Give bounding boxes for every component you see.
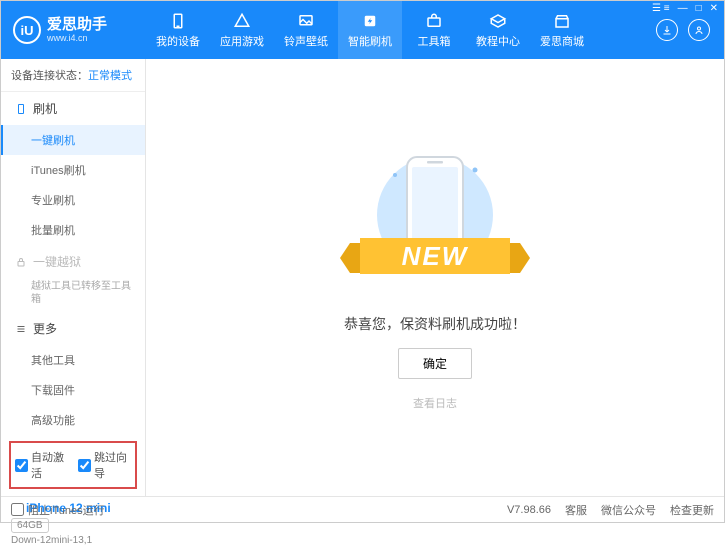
logo-icon: iU <box>13 16 41 44</box>
check-update-link[interactable]: 检查更新 <box>670 502 714 518</box>
apps-icon <box>233 12 251 30</box>
checkbox-input[interactable] <box>15 459 28 472</box>
app-url: www.i4.cn <box>47 33 107 43</box>
sidebar-item-advanced[interactable]: 高级功能 <box>1 405 145 435</box>
service-link[interactable]: 客服 <box>565 502 587 518</box>
checkbox-skip-guide[interactable]: 跳过向导 <box>78 449 131 481</box>
titlebar: ☰ ≡ — □ ✕ iU 爱思助手 www.i4.cn 我的设备 应用游戏 铃声 <box>1 1 724 59</box>
wallpaper-icon <box>297 12 315 30</box>
nav-toolbox[interactable]: 工具箱 <box>402 1 466 59</box>
sidebar-item-pro-flash[interactable]: 专业刷机 <box>1 185 145 215</box>
checkbox-input[interactable] <box>11 503 24 516</box>
block-itunes-checkbox[interactable]: 阻止iTunes运行 <box>11 502 105 518</box>
navbar: 我的设备 应用游戏 铃声壁纸 智能刷机 工具箱 教程中心 <box>146 1 642 59</box>
toolbox-icon <box>425 12 443 30</box>
view-log-link[interactable]: 查看日志 <box>413 395 457 411</box>
nav-label: 爱思商城 <box>540 33 584 49</box>
tutorial-icon <box>489 12 507 30</box>
store-icon <box>553 12 571 30</box>
success-illustration: NEW <box>335 145 535 300</box>
jailbreak-note: 越狱工具已转移至工具箱 <box>1 278 145 312</box>
footer: 阻止iTunes运行 V7.98.66 客服 微信公众号 检查更新 <box>1 496 724 522</box>
sidebar-section-flash[interactable]: 刷机 <box>1 92 145 125</box>
footer-right: V7.98.66 客服 微信公众号 检查更新 <box>507 502 714 518</box>
options-box: 自动激活 跳过向导 <box>9 441 137 489</box>
device-icon <box>169 12 187 30</box>
checkbox-label: 阻止iTunes运行 <box>28 502 105 518</box>
sidebar-item-itunes-flash[interactable]: iTunes刷机 <box>1 155 145 185</box>
body: 设备连接状态：正常模式 刷机 一键刷机 iTunes刷机 专业刷机 批量刷机 一… <box>1 59 724 496</box>
maximize-icon[interactable]: □ <box>696 3 702 14</box>
nav-label: 应用游戏 <box>220 33 264 49</box>
version-label: V7.98.66 <box>507 504 551 516</box>
nav-smart-flash[interactable]: 智能刷机 <box>338 1 402 59</box>
nav-apps-games[interactable]: 应用游戏 <box>210 1 274 59</box>
nav-my-device[interactable]: 我的设备 <box>146 1 210 59</box>
download-icon[interactable] <box>656 19 678 41</box>
nav-ringtone-wallpaper[interactable]: 铃声壁纸 <box>274 1 338 59</box>
app-window: ☰ ≡ — □ ✕ iU 爱思助手 www.i4.cn 我的设备 应用游戏 铃声 <box>0 0 725 523</box>
ok-button[interactable]: 确定 <box>398 348 472 379</box>
main-content: NEW 恭喜您，保资料刷机成功啦！ 确定 查看日志 <box>146 59 724 496</box>
phone-icon <box>15 103 27 115</box>
titlebar-right <box>642 19 724 41</box>
minimize-icon[interactable]: — <box>678 3 688 14</box>
device-model: Down-12mini-13,1 <box>11 535 135 546</box>
success-message: 恭喜您，保资料刷机成功啦！ <box>344 314 526 334</box>
nav-label: 教程中心 <box>476 33 520 49</box>
nav-label: 智能刷机 <box>348 33 392 49</box>
wechat-link[interactable]: 微信公众号 <box>601 502 656 518</box>
nav-label: 工具箱 <box>418 33 451 49</box>
logo: iU 爱思助手 www.i4.cn <box>1 16 146 44</box>
new-ribbon: NEW <box>340 233 530 283</box>
section-title: 更多 <box>33 320 57 337</box>
checkbox-auto-activate[interactable]: 自动激活 <box>15 449 68 481</box>
nav-tutorials[interactable]: 教程中心 <box>466 1 530 59</box>
sidebar-item-other-tools[interactable]: 其他工具 <box>1 345 145 375</box>
ribbon-text: NEW <box>402 241 469 271</box>
menu-icon[interactable]: ☰ ≡ <box>652 3 670 14</box>
checkbox-label: 跳过向导 <box>94 449 131 481</box>
user-icon[interactable] <box>688 19 710 41</box>
sidebar-item-download-firmware[interactable]: 下载固件 <box>1 375 145 405</box>
list-icon <box>15 323 27 335</box>
checkbox-label: 自动激活 <box>31 449 68 481</box>
lock-icon <box>15 256 27 268</box>
app-name: 爱思助手 <box>47 17 107 34</box>
sidebar-section-more[interactable]: 更多 <box>1 312 145 345</box>
section-title: 刷机 <box>33 100 57 117</box>
close-icon[interactable]: ✕ <box>710 3 718 14</box>
flash-icon <box>361 12 379 30</box>
connection-status: 设备连接状态：正常模式 <box>1 59 145 92</box>
nav-label: 铃声壁纸 <box>284 33 328 49</box>
sidebar-item-batch-flash[interactable]: 批量刷机 <box>1 215 145 245</box>
sidebar-item-oneclick-flash[interactable]: 一键刷机 <box>1 125 145 155</box>
nav-store[interactable]: 爱思商城 <box>530 1 594 59</box>
window-controls: ☰ ≡ — □ ✕ <box>652 3 718 14</box>
section-title: 一键越狱 <box>33 253 81 270</box>
sidebar-section-jailbreak: 一键越狱 <box>1 245 145 278</box>
checkbox-input[interactable] <box>78 459 91 472</box>
nav-label: 我的设备 <box>156 33 200 49</box>
status-label: 设备连接状态： <box>11 70 88 82</box>
sidebar: 设备连接状态：正常模式 刷机 一键刷机 iTunes刷机 专业刷机 批量刷机 一… <box>1 59 146 496</box>
status-value: 正常模式 <box>88 70 132 82</box>
